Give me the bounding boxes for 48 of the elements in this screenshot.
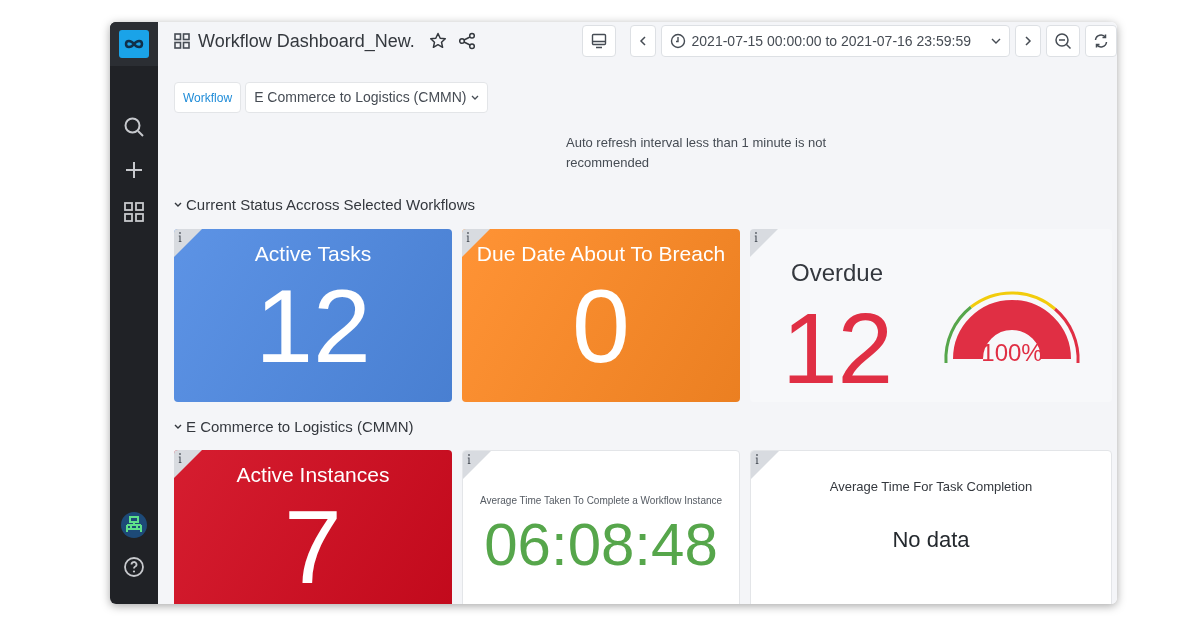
- chevron-right-icon: [1024, 36, 1032, 46]
- search-icon[interactable]: [123, 116, 145, 138]
- info-corner-icon[interactable]: [174, 228, 202, 257]
- gauge-reading: 100%: [981, 338, 1043, 367]
- tv-mode-button[interactable]: [581, 25, 616, 57]
- panel-title: Active Tasks: [254, 240, 372, 267]
- panel-title: Average Time Taken To Complete a Workflow Instance: [479, 494, 723, 508]
- time-forward-button[interactable]: [1015, 25, 1041, 57]
- logo-icon[interactable]: [119, 30, 149, 58]
- grid-icon: [174, 33, 190, 49]
- info-corner-icon[interactable]: [750, 228, 778, 257]
- share-icon[interactable]: [457, 32, 476, 50]
- no-data-message: No data: [892, 525, 970, 554]
- time-back-button[interactable]: [629, 25, 656, 57]
- refresh-warning: Auto refresh interval less than 1 minute is not recommended: [566, 134, 828, 172]
- chevron-down-icon: [174, 422, 182, 431]
- plugin-avatar-icon[interactable]: [121, 512, 147, 538]
- plus-icon[interactable]: [124, 160, 144, 180]
- row-header[interactable]: E Commerce to Logistics (CMMN): [174, 415, 414, 438]
- stat-value: 12: [782, 292, 894, 402]
- info-corner-icon[interactable]: [751, 451, 779, 479]
- stat-value: 0: [572, 270, 630, 381]
- stat-value: 12: [255, 270, 371, 381]
- monitor-icon: [590, 33, 607, 49]
- refresh-button[interactable]: [1085, 25, 1117, 57]
- clock-icon: [669, 33, 686, 49]
- refresh-icon: [1093, 33, 1109, 49]
- chevron-left-icon: [638, 36, 647, 46]
- row-header[interactable]: Current Status Accross Selected Workflows: [174, 194, 475, 217]
- info-corner-icon[interactable]: [174, 450, 202, 478]
- dashboard-title: Workflow Dashboard_New.: [198, 29, 415, 54]
- help-icon[interactable]: [123, 556, 145, 578]
- variable-label: Workflow: [174, 82, 242, 113]
- stat-value: 06:08:48: [484, 510, 718, 580]
- variable-dropdown[interactable]: E Commerce to Logistics (CMMN): [245, 82, 488, 113]
- panel-title: Active Instances: [236, 462, 390, 488]
- chevron-down-icon: [470, 94, 479, 101]
- zoom-out-icon: [1054, 32, 1072, 50]
- chevron-down-icon: [991, 37, 1001, 45]
- star-icon[interactable]: [428, 32, 447, 50]
- dashboards-icon[interactable]: [124, 202, 144, 222]
- zoom-out-button[interactable]: [1046, 25, 1080, 57]
- time-range-picker[interactable]: 2021-07-15 00:00:00 to 2021-07-16 23:59:59: [660, 25, 1010, 57]
- panel-title: Due Date About To Breach: [476, 240, 726, 267]
- stat-value: 7: [284, 492, 342, 602]
- info-corner-icon[interactable]: [463, 451, 491, 479]
- panel-title: Overdue: [791, 257, 884, 288]
- panel-title: Average Time For Task Completion: [829, 478, 1033, 496]
